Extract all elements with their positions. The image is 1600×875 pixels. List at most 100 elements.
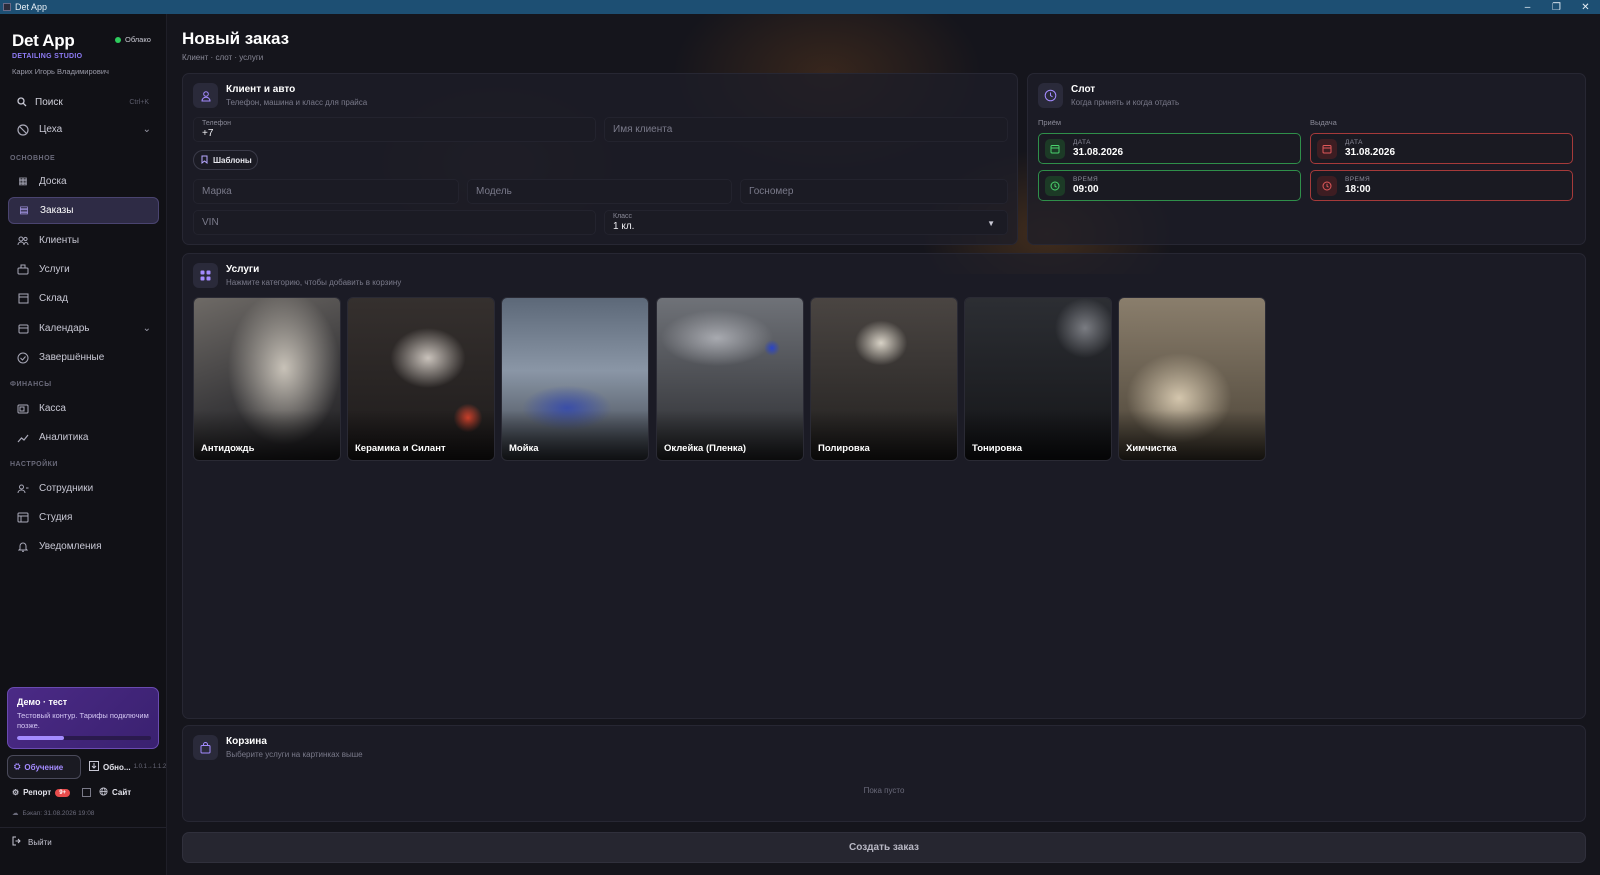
panel-icon[interactable]: [82, 788, 92, 797]
cash-icon: [16, 403, 30, 414]
intake-time-label: ВРЕМЯ: [1073, 176, 1099, 183]
vin-field[interactable]: VIN: [193, 210, 596, 235]
sidebar-item-label: Сотрудники: [39, 483, 94, 494]
car-class-label: Класс: [613, 213, 633, 220]
demo-progress-fill: [17, 736, 64, 740]
create-order-button[interactable]: Создать заказ: [182, 832, 1586, 863]
sidebar-item-label: Уведомления: [39, 541, 102, 552]
service-tile-tint[interactable]: Тонировка: [964, 297, 1112, 461]
sidebar-item-board[interactable]: ▦ Доска: [8, 168, 159, 195]
service-tile-dry-cleaning[interactable]: Химчистка: [1118, 297, 1266, 461]
vin-placeholder: VIN: [202, 217, 219, 228]
update-version: 1.0.1→1.1.2: [133, 764, 167, 770]
site-link[interactable]: Сайт: [112, 788, 131, 797]
cart-panel: Корзина Выберите услуги на картинках выш…: [182, 725, 1586, 822]
sidebar-item-label: Касса: [39, 403, 66, 414]
plate-number-placeholder: Госномер: [749, 186, 794, 197]
sidebar-item-label: Завершённые: [39, 352, 105, 363]
cart-empty-note: Пока пусто: [863, 786, 905, 795]
app-icon: [3, 3, 11, 11]
brand-title: Det App: [12, 31, 75, 50]
clock-icon: [1038, 83, 1063, 108]
backup-label: Бэкап: 31.08.2026 19:08: [22, 809, 95, 817]
issue-time-value: 18:00: [1345, 184, 1371, 195]
demo-title: Демо · тест: [17, 697, 68, 707]
service-tile-polish[interactable]: Полировка: [810, 297, 958, 461]
workshop-select[interactable]: Цеха ⌄: [8, 116, 159, 143]
service-tile-wash[interactable]: Мойка: [501, 297, 649, 461]
sidebar-item-completed[interactable]: Завершённые: [8, 344, 159, 371]
footer-links: ⚙ Репорт 9+ Сайт: [12, 787, 131, 798]
learning-button[interactable]: ⛭ Обучение: [7, 755, 81, 779]
client-panel-subtitle: Телефон, машина и класс для прайса: [226, 98, 368, 107]
demo-plan-card[interactable]: Демо · тест Тестовый контур. Тарифы подк…: [7, 687, 159, 749]
sidebar-item-cash[interactable]: Касса: [8, 395, 159, 422]
sidebar: Det App DETAILING STUDIO Карих Игорь Вла…: [0, 14, 167, 875]
search-label: Поиск: [35, 96, 63, 108]
caret-down-icon: ▼: [987, 219, 995, 228]
cloud-icon: ☁: [12, 810, 19, 817]
users-icon: [16, 236, 30, 246]
sidebar-item-staff[interactable]: Сотрудники: [8, 475, 159, 502]
phone-field[interactable]: Телефон +7: [193, 117, 596, 142]
car-brand-placeholder: Марка: [202, 186, 232, 197]
intake-time-field[interactable]: ВРЕМЯ 09:00: [1038, 170, 1301, 201]
logout-icon: [12, 836, 22, 848]
demo-progress-bar: [17, 736, 151, 740]
sidebar-item-services[interactable]: Услуги: [8, 256, 159, 283]
calendar-icon: [16, 323, 30, 334]
service-tile-label: Мойка: [509, 443, 539, 454]
cloud-status: Облако: [115, 35, 151, 44]
shopping-bag-icon: [193, 735, 218, 760]
logout-button[interactable]: Выйти: [12, 836, 52, 848]
report-link[interactable]: Репорт: [23, 788, 51, 797]
search-button[interactable]: Поиск Ctrl+K: [9, 92, 157, 112]
cloud-status-label: Облако: [125, 35, 151, 44]
sidebar-item-clients[interactable]: Клиенты: [8, 227, 159, 254]
client-name-field[interactable]: Имя клиента: [604, 117, 1008, 142]
status-dot-icon: [115, 36, 121, 43]
issue-date-label: ДАТА: [1345, 139, 1363, 146]
search-icon: [17, 97, 27, 107]
sidebar-item-orders[interactable]: ▤ Заказы: [8, 197, 159, 224]
update-button[interactable]: Обно... 1.0.1→1.1.2: [86, 755, 166, 779]
car-brand-field[interactable]: Марка: [193, 179, 459, 204]
service-tile-wrap[interactable]: Оклейка (Пленка): [656, 297, 804, 461]
page-subtitle: Клиент · слот · услуги: [182, 53, 264, 62]
issue-label: Выдача: [1310, 118, 1337, 127]
intake-date-label: ДАТА: [1073, 139, 1091, 146]
section-settings: НАСТРОЙКИ: [10, 461, 58, 468]
issue-date-field[interactable]: ДАТА 31.08.2026: [1310, 133, 1573, 164]
service-tile-antirain[interactable]: Антидождь: [193, 297, 341, 461]
car-class-select[interactable]: Класс 1 кл. ▼: [604, 210, 1008, 235]
maximize-button[interactable]: ❐: [1542, 2, 1571, 13]
sidebar-item-calendar[interactable]: Календарь ⌄: [8, 315, 159, 342]
sidebar-item-studio[interactable]: Студия: [8, 504, 159, 531]
sidebar-item-label: Студия: [39, 512, 73, 523]
templates-button[interactable]: Шаблоны: [193, 150, 258, 170]
sidebar-item-notifications[interactable]: Уведомления: [8, 533, 159, 560]
staff-icon: [16, 484, 30, 494]
workshop-icon: [16, 123, 30, 136]
services-panel-subtitle: Нажмите категорию, чтобы добавить в корз…: [226, 278, 402, 287]
minimize-button[interactable]: –: [1513, 2, 1542, 13]
backup-status: ☁ Бэкап: 31.08.2026 19:08: [12, 809, 95, 818]
sidebar-item-warehouse[interactable]: Склад: [8, 285, 159, 312]
issue-time-field[interactable]: ВРЕМЯ 18:00: [1310, 170, 1573, 201]
plate-number-field[interactable]: Госномер: [740, 179, 1008, 204]
close-button[interactable]: ✕: [1571, 2, 1600, 13]
services-panel-title: Услуги: [226, 264, 260, 275]
intake-time-value: 09:00: [1073, 184, 1099, 195]
check-circle-icon: [16, 352, 30, 364]
intake-date-field[interactable]: ДАТА 31.08.2026: [1038, 133, 1301, 164]
service-tile-ceramic[interactable]: Керамика и Силант: [347, 297, 495, 461]
dashboard-icon: ▦: [18, 176, 28, 187]
page-title: Новый заказ: [182, 29, 290, 48]
phone-value: +7: [202, 128, 214, 139]
services-panel-header: Услуги Нажмите категорию, чтобы добавить…: [193, 263, 401, 288]
car-model-placeholder: Модель: [476, 186, 512, 197]
car-model-field[interactable]: Модель: [467, 179, 732, 204]
sidebar-item-analytics[interactable]: Аналитика: [8, 424, 159, 451]
cart-panel-header: Корзина Выберите услуги на картинках выш…: [193, 735, 363, 760]
service-tile-label: Полировка: [818, 443, 870, 454]
